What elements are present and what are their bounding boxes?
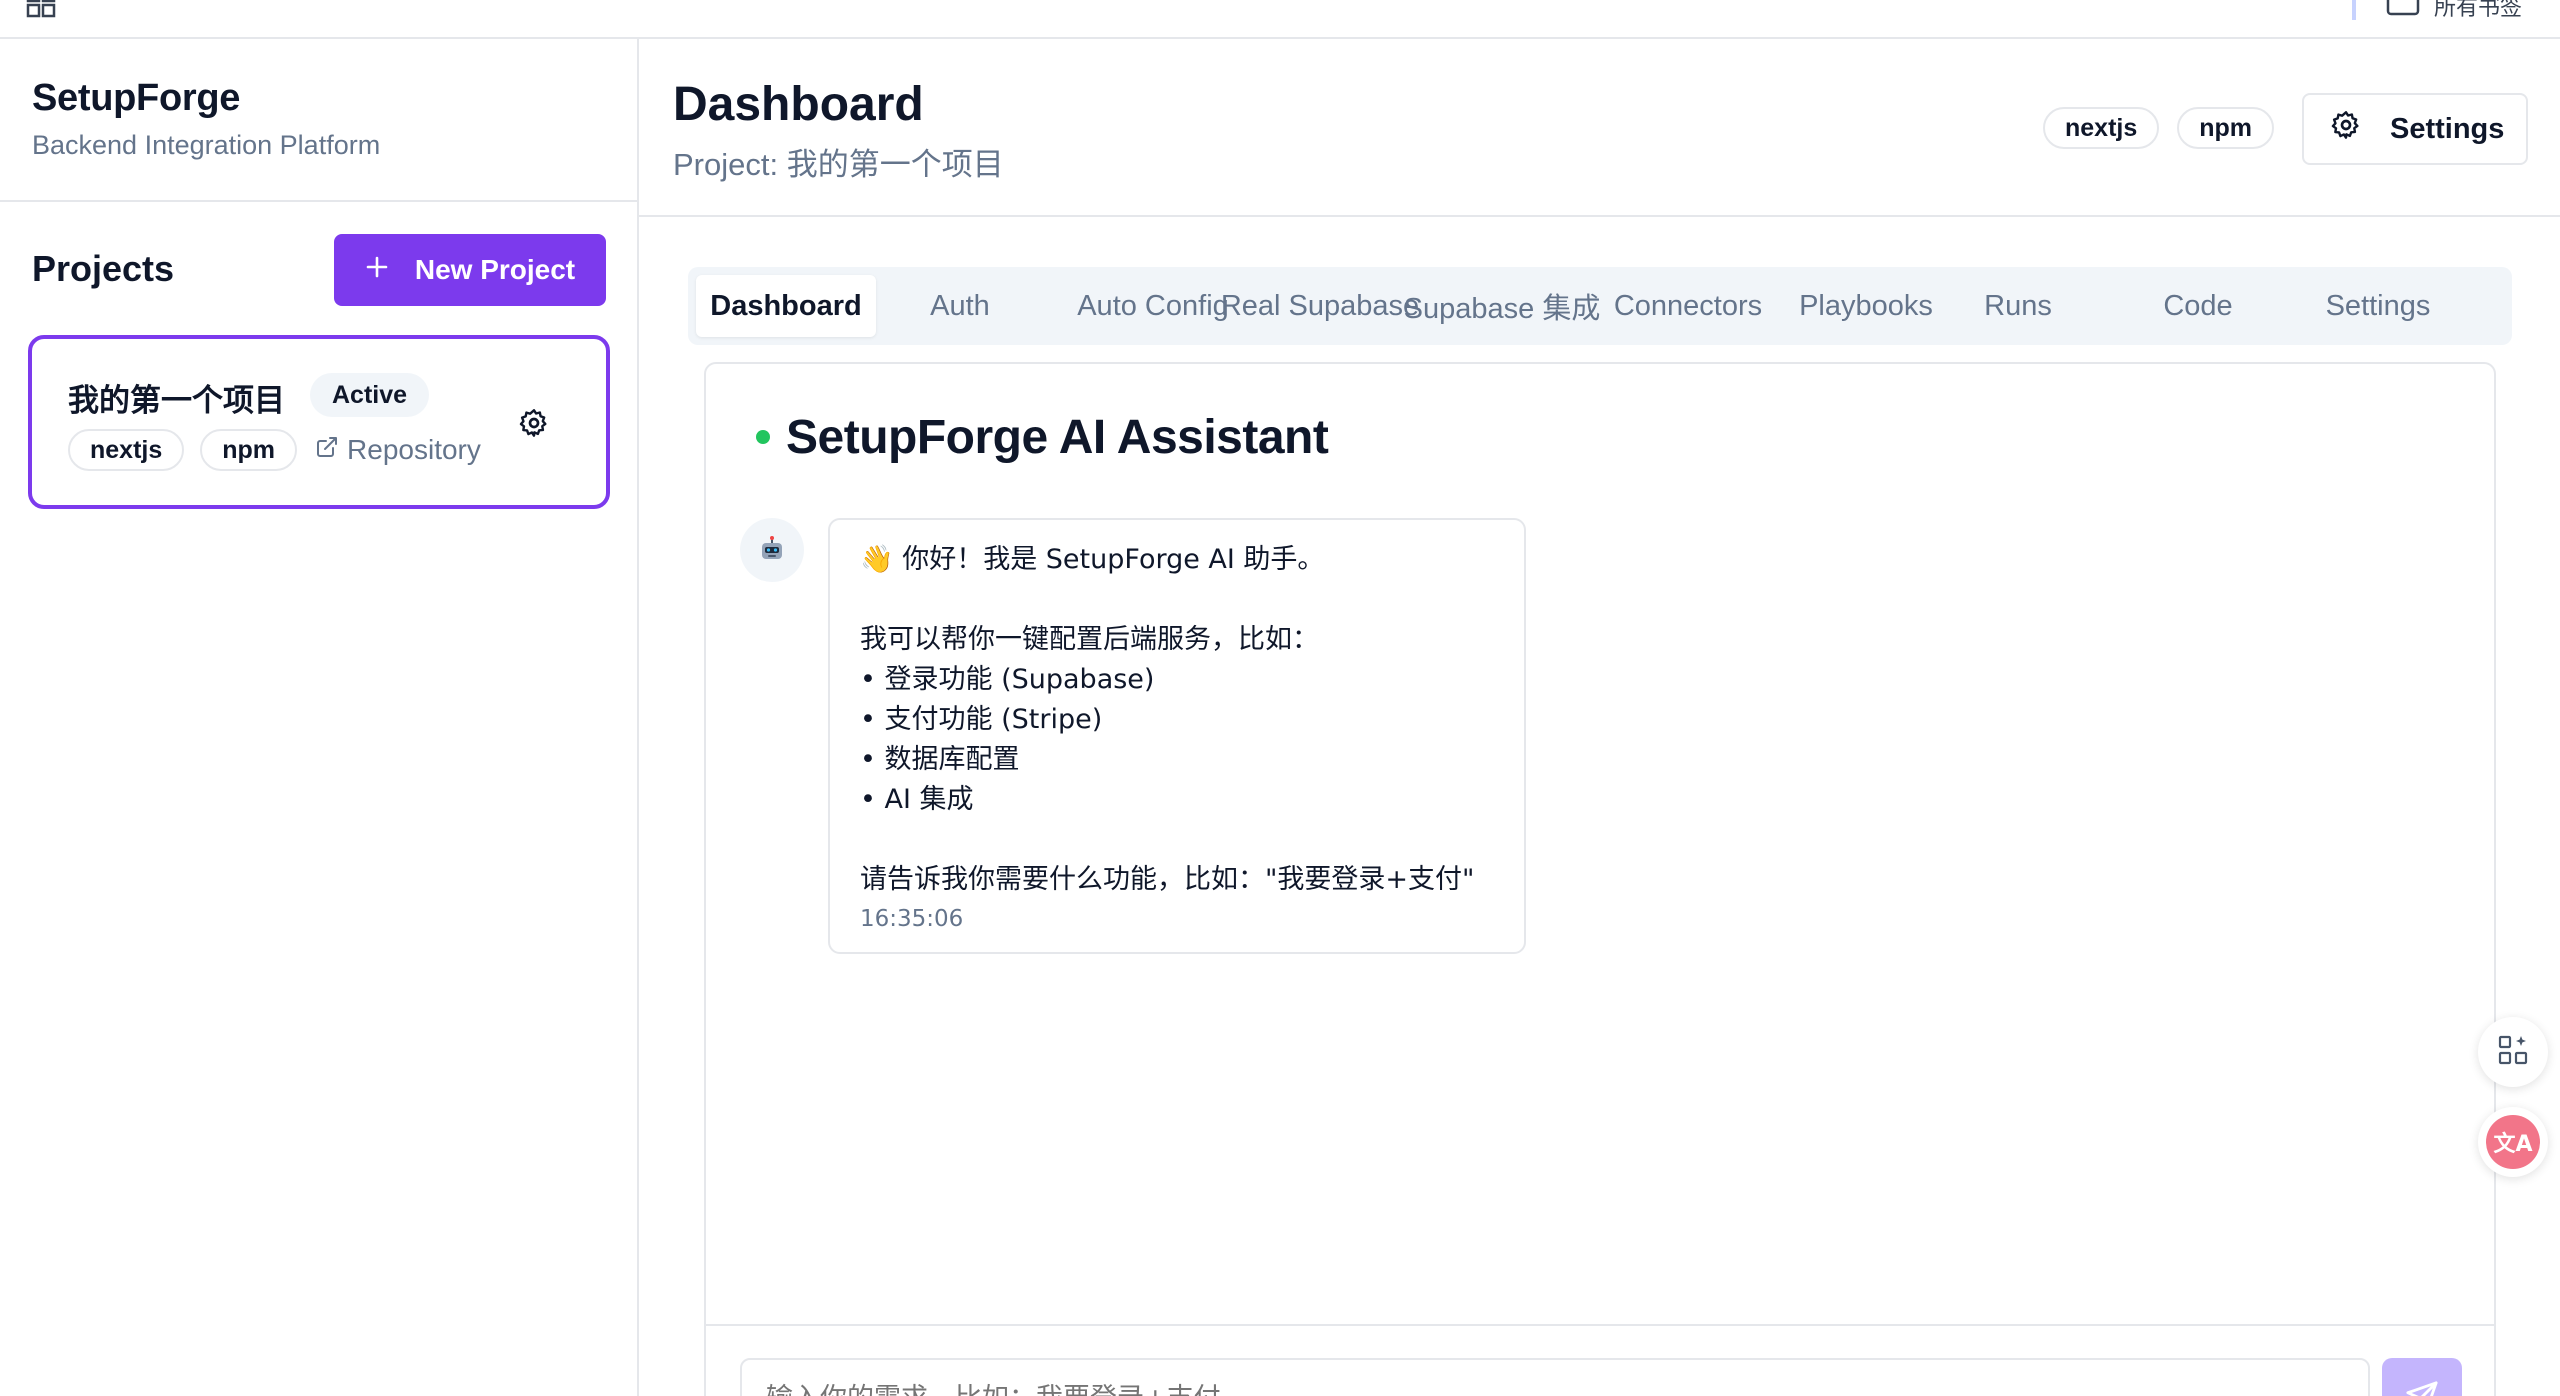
tab-runs[interactable]: Runs	[1958, 275, 2078, 337]
brand-block: SetupForge Backend Integration Platform	[0, 39, 637, 202]
project-tags: nextjs npm Repository	[68, 429, 481, 471]
tab-auto-config[interactable]: Auto Config	[1068, 275, 1238, 337]
bookmark-folder-label[interactable]: 所有书签	[2434, 0, 2522, 22]
message-bullet: • 支付功能 (Stripe)	[860, 704, 1103, 735]
settings-button[interactable]: Settings	[2302, 93, 2528, 165]
tab-settings[interactable]: Settings	[2298, 275, 2458, 337]
project-tag: nextjs	[68, 429, 185, 471]
translate-icon: 文A	[2486, 1115, 2540, 1169]
ai-assistant-panel: SetupForge AI Assistant 👋 你好！我是 SetupFor…	[704, 362, 2496, 1396]
main-header: Dashboard Project: 我的第一个项目 nextjs npm Se…	[639, 39, 2560, 217]
message-bullet: • 数据库配置	[860, 744, 1020, 775]
tab-playbooks[interactable]: Playbooks	[1796, 275, 1936, 337]
message-bullet: • AI 集成	[860, 784, 974, 815]
online-status-dot	[756, 430, 770, 444]
tab-code[interactable]: Code	[2138, 275, 2258, 337]
bookmarks-divider	[2352, 0, 2356, 20]
status-badge: Active	[310, 373, 430, 417]
send-button[interactable]	[2382, 1358, 2462, 1396]
header-tags: nextjs npm	[2043, 107, 2275, 149]
message-timestamp: 16:35:06	[860, 906, 964, 932]
assistant-title: SetupForge AI Assistant	[786, 411, 1329, 464]
project-settings-gear-icon[interactable]	[518, 407, 550, 444]
gear-icon	[2330, 109, 2362, 149]
brand-title: SetupForge	[32, 77, 241, 119]
translate-button[interactable]: 文A	[2478, 1107, 2548, 1177]
sidebar: SetupForge Backend Integration Platform …	[0, 39, 639, 1396]
widgets-add-button[interactable]	[2478, 1017, 2548, 1087]
message-intro: 我可以帮你一键配置后端服务，比如：	[860, 624, 1319, 655]
new-project-label: New Project	[414, 254, 576, 285]
projects-heading: Projects	[32, 248, 175, 289]
projects-header: Projects New Project	[32, 234, 606, 306]
bookmark-folder-icon[interactable]	[2386, 0, 2420, 23]
tab-real-supabase[interactable]: Real Supabase	[1221, 275, 1419, 337]
repository-link[interactable]: Repository	[315, 434, 481, 466]
assistant-message: 👋 你好！我是 SetupForge AI 助手。 我可以帮你一键配置后端服务，…	[828, 518, 1526, 954]
robot-icon	[740, 518, 804, 582]
tab-bar: Dashboard Auth Auto Config Real Supabase…	[688, 267, 2512, 345]
tab-auth[interactable]: Auth	[910, 275, 1010, 337]
message-bullet: • 登录功能 (Supabase)	[860, 664, 1155, 695]
brand-subtitle: Backend Integration Platform	[32, 130, 381, 160]
settings-label: Settings	[2390, 112, 2505, 145]
tab-supabase-integration[interactable]: Supabase 集成	[1404, 275, 1601, 337]
widgets-add-icon	[2497, 1034, 2529, 1071]
bookmarks-bar: 所有书签	[0, 0, 2560, 39]
send-icon	[2405, 1380, 2439, 1396]
tab-connectors[interactable]: Connectors	[1608, 275, 1768, 337]
apps-grid-icon[interactable]	[26, 0, 56, 23]
composer-divider	[706, 1324, 2494, 1326]
repository-label: Repository	[347, 434, 481, 465]
project-tag: npm	[200, 429, 298, 471]
new-project-button[interactable]: New Project	[334, 234, 606, 306]
header-tag: nextjs	[2043, 107, 2160, 149]
plus-icon	[365, 254, 389, 286]
project-name: 我的第一个项目	[68, 383, 285, 418]
header-tag: npm	[2177, 107, 2275, 149]
project-card[interactable]: 我的第一个项目 Active nextjs npm Repository	[28, 335, 610, 509]
external-link-icon	[315, 434, 339, 466]
message-prompt: 请告诉我你需要什么功能，比如："我要登录+支付"	[860, 864, 1475, 895]
page-subtitle: Project: 我的第一个项目	[673, 147, 1004, 182]
chat-input[interactable]	[740, 1358, 2370, 1396]
message-greeting: 👋 你好！我是 SetupForge AI 助手。	[860, 544, 1325, 575]
page-title: Dashboard	[673, 78, 924, 131]
tab-dashboard[interactable]: Dashboard	[696, 275, 876, 337]
